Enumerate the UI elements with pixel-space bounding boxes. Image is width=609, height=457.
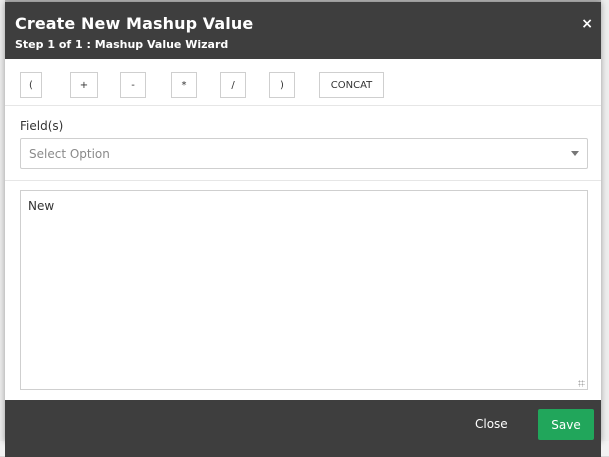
close-button[interactable]: Close — [475, 417, 508, 431]
resize-grip-icon[interactable] — [578, 380, 585, 387]
expression-textarea[interactable]: New — [20, 190, 588, 390]
multiply-button[interactable]: * — [171, 72, 197, 98]
fields-label: Field(s) — [20, 119, 64, 133]
plus-button[interactable]: + — [70, 72, 98, 98]
divide-button[interactable]: / — [220, 72, 246, 98]
expression-text: New — [28, 199, 55, 213]
concat-button[interactable]: CONCAT — [319, 72, 384, 98]
dialog-title: Create New Mashup Value — [15, 14, 254, 33]
operator-toolbar: ( + - * / ) CONCAT — [5, 59, 601, 106]
fields-select[interactable]: Select Option — [20, 138, 588, 169]
dialog-footer: Close Save — [5, 400, 601, 457]
section-divider — [5, 180, 601, 181]
close-icon[interactable]: × — [581, 17, 593, 31]
dialog-subtitle: Step 1 of 1 : Mashup Value Wizard — [15, 38, 229, 51]
mashup-value-dialog: Create New Mashup Value Step 1 of 1 : Ma… — [5, 2, 601, 457]
fields-select-placeholder: Select Option — [29, 147, 110, 161]
dialog-header: Create New Mashup Value Step 1 of 1 : Ma… — [5, 2, 601, 59]
minus-button[interactable]: - — [120, 72, 146, 98]
chevron-down-icon — [571, 151, 579, 156]
close-paren-button[interactable]: ) — [269, 72, 295, 98]
background-right-column — [601, 0, 609, 456]
open-paren-button[interactable]: ( — [20, 72, 42, 98]
save-button[interactable]: Save — [538, 409, 594, 440]
